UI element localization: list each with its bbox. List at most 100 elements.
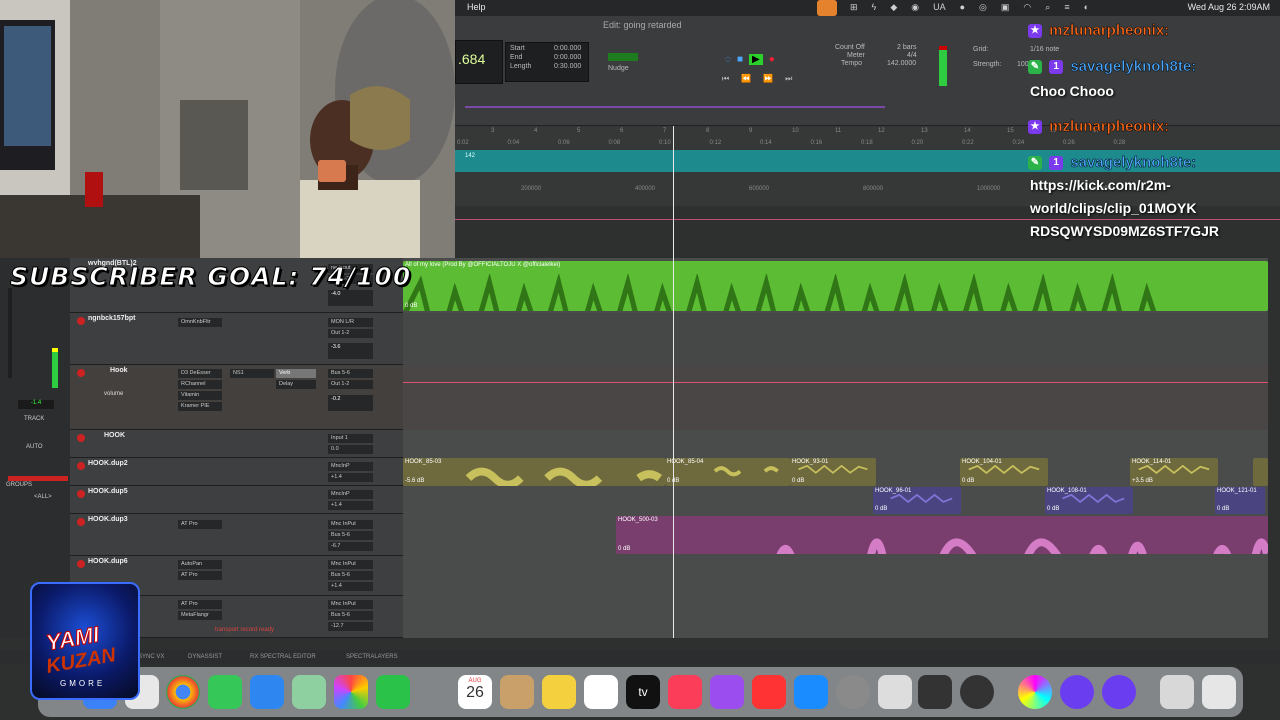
send-slot[interactable]: Verb xyxy=(276,369,316,378)
track-name[interactable]: HOOK.dup2 xyxy=(88,460,128,467)
plugin-tab[interactable]: SPECTRALAYERS xyxy=(346,654,398,660)
audio-clip[interactable] xyxy=(1253,458,1268,486)
podcasts-icon[interactable] xyxy=(710,675,744,709)
photos-icon[interactable] xyxy=(334,675,368,709)
news-icon[interactable] xyxy=(752,675,786,709)
playhead-cursor[interactable] xyxy=(673,126,674,638)
automation-view[interactable]: volume xyxy=(104,391,123,397)
meter-value[interactable]: 4/4 xyxy=(907,52,917,59)
track-input[interactable]: Mnc InPut xyxy=(328,600,373,609)
send-slot[interactable]: Delay xyxy=(276,380,316,389)
track-volume[interactable]: -12.7 xyxy=(328,622,373,631)
record-icon[interactable]: ◉ xyxy=(911,2,919,13)
track-volume[interactable]: +1.4 xyxy=(328,473,373,482)
loop-icon[interactable]: ◌ xyxy=(725,54,731,65)
rtz-icon[interactable]: ⏮ xyxy=(722,74,729,84)
track-header[interactable]: HOOK Input 1 0.0 xyxy=(70,430,403,458)
grid-mode-button[interactable] xyxy=(608,53,638,61)
menu-help[interactable]: Help xyxy=(467,2,486,12)
strength-value[interactable]: 100 xyxy=(1017,61,1029,68)
mail-icon[interactable] xyxy=(250,675,284,709)
track-name[interactable]: ngnbck157bpt xyxy=(88,315,135,322)
groups-all[interactable]: <ALL> xyxy=(34,494,52,500)
track-volume[interactable]: -0.2 xyxy=(328,395,373,411)
audio-clip[interactable]: All of my love (Prod By @OFFICIALTOJU X … xyxy=(403,261,1268,311)
stop-icon[interactable]: ■ xyxy=(737,54,743,65)
insert-slot[interactable]: AT Pro xyxy=(178,600,222,609)
main-counter[interactable]: .684 xyxy=(455,40,503,84)
user-icon[interactable]: ◐ xyxy=(1084,2,1089,13)
calendar-icon[interactable]: AUG 26 xyxy=(458,675,492,709)
track-lane[interactable] xyxy=(403,365,1268,430)
length-value[interactable]: 0:30.000 xyxy=(554,63,581,70)
insert-slot[interactable]: AT Pro xyxy=(178,520,222,529)
track-lane[interactable] xyxy=(403,313,1268,365)
track-output[interactable]: Out 1-2 xyxy=(328,380,373,389)
insert-slot[interactable]: Kramer PIE xyxy=(178,402,222,411)
track-output[interactable]: Bus 5-6 xyxy=(328,611,373,620)
groups-label[interactable]: GROUPS xyxy=(6,482,32,488)
insert-slot[interactable]: MetaFlangr xyxy=(178,611,222,620)
audio-clip[interactable]: HOOK_108-01 0 dB xyxy=(1045,487,1133,514)
window-icon[interactable]: ▣ xyxy=(1001,2,1010,13)
audio-clip[interactable]: HOOK_104-01 0 dB xyxy=(960,458,1048,486)
track-input[interactable]: MON L/R xyxy=(328,318,373,327)
track-volume[interactable]: 0.0 xyxy=(328,445,373,454)
track-output[interactable]: Out 1-2 xyxy=(328,329,373,338)
chrome-icon[interactable] xyxy=(166,675,200,709)
track-input[interactable]: Mnc InPut xyxy=(328,560,373,569)
ffwd-icon[interactable]: ⏩ xyxy=(763,74,773,84)
maps-icon[interactable] xyxy=(292,675,326,709)
ua-connect-icon[interactable] xyxy=(918,675,952,709)
track-header[interactable]: ngnbck157bpt OmnKnbFltr MON L/R Out 1-2 … xyxy=(70,313,403,365)
apple-tv-icon[interactable]: tv xyxy=(626,675,660,709)
track-volume[interactable]: +1.4 xyxy=(328,501,373,510)
audio-clip[interactable]: HOOK_114-01 +3.5 dB xyxy=(1130,458,1218,486)
track-name[interactable]: HOOK xyxy=(104,432,125,439)
messages-icon[interactable] xyxy=(208,675,242,709)
insert-slot[interactable]: Vitamin xyxy=(178,391,222,400)
notes-icon[interactable] xyxy=(542,675,576,709)
freeform-icon[interactable] xyxy=(584,675,618,709)
insert-slot[interactable]: RChannel xyxy=(178,380,222,389)
ua-label[interactable]: UA xyxy=(933,2,946,13)
insert-slot[interactable]: AT Pro xyxy=(178,571,222,580)
circle-icon[interactable]: ● xyxy=(960,2,965,13)
creative-cloud-icon[interactable] xyxy=(1018,675,1052,709)
wifi-icon[interactable]: ◠ xyxy=(1023,2,1031,13)
track-header[interactable]: HOOK.dup2 MncInP +1.4 xyxy=(70,458,403,486)
ua-console-icon[interactable] xyxy=(960,675,994,709)
trash-icon[interactable] xyxy=(1202,675,1236,709)
track-name[interactable]: Hook xyxy=(110,367,128,374)
count-off-bars[interactable]: 2 bars xyxy=(897,44,916,51)
app-store-icon[interactable] xyxy=(794,675,828,709)
plugin-tab[interactable]: DYNASSIST xyxy=(188,654,222,660)
tempo-marker[interactable]: 142 xyxy=(465,153,475,159)
track-input[interactable]: Input 1 xyxy=(328,434,373,443)
track-output[interactable]: Bus 5-6 xyxy=(328,531,373,540)
start-value[interactable]: 0:00.000 xyxy=(554,45,581,52)
diamond-icon[interactable]: ◆ xyxy=(890,2,897,13)
system-settings-icon[interactable] xyxy=(836,675,870,709)
fader-value[interactable]: -1.4 xyxy=(18,400,54,409)
audio-clip[interactable]: HOOK_85-03 -5.6 dB xyxy=(403,458,665,486)
play-circle-icon[interactable]: ◎ xyxy=(979,2,987,13)
contacts-icon[interactable] xyxy=(500,675,534,709)
track-input[interactable]: MncInP xyxy=(328,462,373,471)
audio-file-icon[interactable] xyxy=(1160,675,1194,709)
fader-track[interactable] xyxy=(8,288,12,378)
audio-clip[interactable]: HOOK_93-01 0 dB xyxy=(790,458,876,486)
audio-clip[interactable]: HOOK_121-01 0 dB xyxy=(1215,487,1265,514)
rewind-icon[interactable]: ⏪ xyxy=(741,74,751,84)
edit-window-tracks[interactable]: All of my love (Prod By @OFFICIALTOJU X … xyxy=(403,258,1268,638)
audio-clip[interactable]: HOOK_85-04 0 dB xyxy=(665,458,790,486)
facetime-icon[interactable] xyxy=(376,675,410,709)
audio-clip[interactable]: HOOK_96-01 0 dB xyxy=(873,487,961,514)
control-center-icon[interactable]: ≡ xyxy=(1064,2,1069,13)
end-icon[interactable]: ⏭ xyxy=(785,74,792,84)
avid-icon[interactable] xyxy=(1060,675,1094,709)
track-input[interactable]: Bus 5-6 xyxy=(328,369,373,378)
plugin-tab[interactable]: SYNC VX xyxy=(138,654,164,660)
track-volume[interactable]: +1.4 xyxy=(328,582,373,591)
bolt-icon[interactable]: ϟ xyxy=(872,2,877,13)
